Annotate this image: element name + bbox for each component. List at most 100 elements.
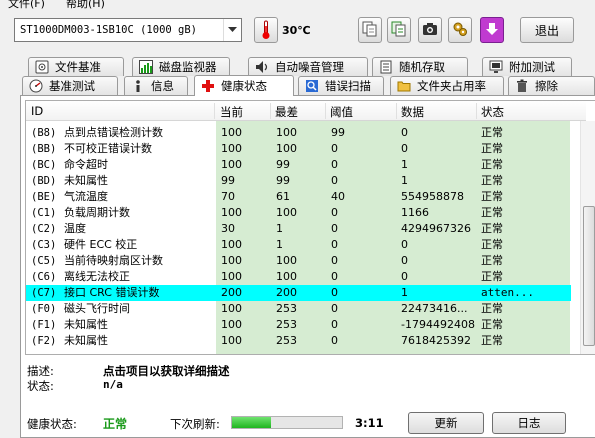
tab-label: 擦除 (535, 79, 558, 93)
screenshot-button[interactable] (418, 17, 442, 43)
scrollbar-thumb[interactable] (583, 206, 595, 346)
tab-noise-management[interactable]: 自动噪音管理 (248, 57, 368, 76)
tab-health[interactable]: 健康状态 (194, 75, 294, 96)
tab-label: 附加测试 (509, 60, 555, 74)
cell-id: (BC) (31, 159, 57, 171)
table-row[interactable]: (C6) 离线无法校正 100 100 0 0 正常 (26, 269, 571, 285)
cell-current: 100 (221, 206, 242, 219)
tab-extra-tests[interactable]: 附加测试 (482, 57, 572, 76)
column-header-current[interactable]: 当前 (220, 104, 243, 120)
copy-button[interactable] (358, 17, 382, 43)
copy-icon (362, 21, 378, 40)
cell-data: 22473416... (401, 302, 468, 315)
column-header-id[interactable]: ID (31, 104, 43, 118)
cell-attribute-name: 未知属性 (64, 318, 108, 331)
tab-benchmark[interactable]: 基准测试 (22, 76, 118, 95)
tab-error-scan[interactable]: 错误扫描 (298, 76, 384, 95)
cell-attribute-name: 未知属性 (64, 334, 108, 347)
tab-erase[interactable]: 擦除 (508, 76, 595, 95)
column-header-status[interactable]: 状态 (481, 104, 504, 120)
disk-icon (35, 60, 49, 74)
cell-attribute-name: 硬件 ECC 校正 (64, 238, 138, 251)
table-row[interactable]: (C5) 当前待映射扇区计数 100 100 0 0 正常 (26, 253, 571, 269)
download-button[interactable] (480, 17, 504, 43)
tab-folder-usage[interactable]: 文件夹占用率 (390, 76, 504, 95)
chevron-down-icon[interactable] (223, 19, 241, 41)
table-row[interactable]: (C7) 接口 CRC 错误计数 200 200 0 1 atten... (26, 285, 571, 301)
cell-data: 1 (401, 286, 408, 299)
monitor-icon (489, 60, 503, 74)
cell-id: (BB) (31, 143, 57, 155)
cell-current: 100 (221, 238, 242, 251)
gauge-icon (29, 79, 43, 93)
tab-file-benchmark[interactable]: 文件基准 (28, 57, 124, 76)
table-row[interactable]: (BB) 不可校正错误计数 100 100 0 0 正常 (26, 141, 571, 157)
tab-disk-monitor[interactable]: 磁盘监视器 (132, 57, 230, 76)
cell-attribute-name: 温度 (64, 222, 86, 235)
table-row[interactable]: (BE) 气流温度 70 61 40 554958878 正常 (26, 189, 571, 205)
cell-current: 100 (221, 158, 242, 171)
table-row[interactable]: (C3) 硬件 ECC 校正 100 1 0 0 正常 (26, 237, 571, 253)
drive-select[interactable]: ST1000DM003-1SB10C (1000 gB) (14, 18, 242, 42)
options-button[interactable] (448, 17, 472, 43)
tab-info[interactable]: 信息 (124, 76, 188, 95)
cell-attribute-name: 负载周期计数 (64, 206, 130, 219)
update-button[interactable]: 更新 (408, 412, 484, 434)
column-header-data[interactable]: 数据 (401, 104, 424, 120)
cell-current: 100 (221, 270, 242, 283)
cell-status: 正常 (481, 158, 503, 171)
cell-status: 正常 (481, 334, 503, 347)
cell-data: 7618425392 (401, 334, 471, 347)
log-button[interactable]: 日志 (492, 412, 566, 434)
refresh-progress-bar (231, 416, 343, 429)
table-row[interactable]: (C1) 负载周期计数 100 100 0 1166 正常 (26, 205, 571, 221)
cell-threshold: 0 (331, 318, 338, 331)
cell-worst: 100 (276, 270, 297, 283)
vertical-scrollbar[interactable] (580, 121, 595, 354)
thermometer-icon[interactable] (254, 17, 278, 43)
tab-random-access[interactable]: 随机存取 (372, 57, 468, 76)
cell-threshold: 0 (331, 142, 338, 155)
table-row[interactable]: (F2) 未知属性 100 253 0 7618425392 正常 (26, 333, 571, 349)
cell-status: 正常 (481, 222, 503, 235)
cell-attribute-name: 气流温度 (64, 190, 108, 203)
cell-worst: 253 (276, 302, 297, 315)
column-header-threshold[interactable]: 阈值 (330, 104, 353, 120)
cell-status: 正常 (481, 190, 503, 203)
cell-status: 正常 (481, 254, 503, 267)
table-row[interactable]: (C2) 温度 30 1 0 4294967326 正常 (26, 221, 571, 237)
camera-icon (422, 22, 438, 39)
table-row[interactable]: (BD) 未知属性 99 99 0 1 正常 (26, 173, 571, 189)
cell-worst: 1 (276, 222, 283, 235)
cell-id: (C7) (31, 287, 57, 299)
cell-status: 正常 (481, 318, 503, 331)
cell-status: 正常 (481, 126, 503, 139)
cell-current: 100 (221, 302, 242, 315)
cell-data: 4294967326 (401, 222, 471, 235)
table-row[interactable]: (B8) 点到点错误检测计数 100 100 99 0 正常 (26, 125, 571, 141)
refresh-progress-fill (232, 417, 271, 428)
cell-current: 100 (221, 126, 242, 139)
cell-worst: 100 (276, 254, 297, 267)
state-label: 状态: (27, 379, 54, 393)
cell-data: 0 (401, 126, 408, 139)
speaker-icon (255, 60, 269, 74)
table-row[interactable]: (F0) 磁头飞行时间 100 253 0 22473416... 正常 (26, 301, 571, 317)
menu-file[interactable]: 文件(F) (8, 0, 45, 10)
health-status-value: 正常 (103, 417, 128, 431)
cell-threshold: 0 (331, 286, 338, 299)
cell-data: 0 (401, 254, 408, 267)
copy-all-button[interactable] (387, 17, 411, 43)
cell-status: 正常 (481, 174, 503, 187)
cell-attribute-name: 离线无法校正 (64, 270, 130, 283)
table-row[interactable]: (BC) 命令超时 100 99 0 1 正常 (26, 157, 571, 173)
table-row[interactable]: (F1) 未知属性 100 253 0 -1794492408 正常 (26, 317, 571, 333)
cell-data: 1 (401, 158, 408, 171)
exit-button[interactable]: 退出 (520, 17, 574, 43)
cell-id: (C3) (31, 239, 57, 251)
next-refresh-label: 下次刷新: (170, 417, 220, 431)
menu-help[interactable]: 帮助(H) (66, 0, 105, 10)
copy-all-icon (391, 21, 407, 40)
column-header-worst[interactable]: 最差 (275, 104, 298, 120)
smart-attribute-table[interactable]: ID 当前 最差 阈值 数据 状态 (B8) 点到点错误检测计数 100 100 99 0… (25, 100, 595, 355)
